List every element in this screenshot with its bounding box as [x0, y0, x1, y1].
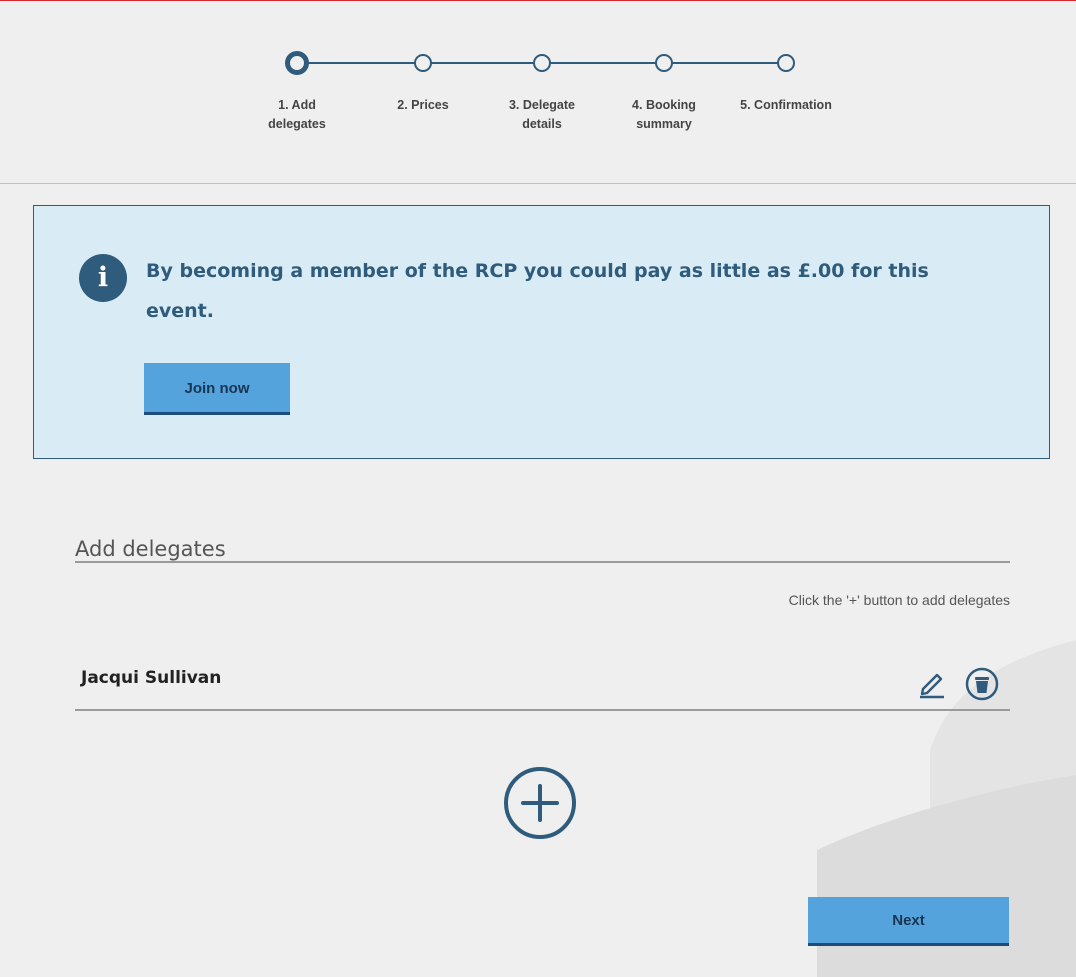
step-3-label: 3. Delegate details — [508, 98, 575, 131]
plus-circle-icon[interactable] — [503, 766, 577, 840]
step-1-label: 1. Add delegates — [268, 98, 326, 131]
pencil-icon[interactable] — [918, 667, 946, 699]
info-icon: i — [79, 254, 127, 302]
step-2-label: 2. Prices — [397, 98, 449, 112]
add-delegates-hint: Click the '+' button to add delegates — [788, 592, 1010, 608]
section-divider — [75, 561, 1010, 563]
membership-message: By becoming a member of the RCP you coul… — [146, 260, 929, 322]
join-now-button[interactable]: Join now — [144, 363, 290, 415]
step-5-circle[interactable] — [777, 54, 795, 72]
trash-icon[interactable] — [965, 667, 999, 701]
step-2-circle[interactable] — [414, 54, 432, 72]
booking-stepper: 1. Add delegates 2. Prices 3. Delegate det… — [0, 0, 1076, 184]
header-divider — [0, 183, 1076, 184]
membership-info-panel: i By becoming a member of the RCP you co… — [33, 205, 1050, 459]
add-delegates-heading: Add delegates — [75, 537, 226, 562]
step-3-circle[interactable] — [533, 54, 551, 72]
step-1-circle[interactable] — [285, 51, 309, 75]
step-4-label: 4. Booking summary — [632, 98, 696, 131]
step-4-circle[interactable] — [655, 54, 673, 72]
step-5-label: 5. Confirmation — [740, 98, 832, 112]
delegate-row: Jacqui Sullivan — [75, 655, 1010, 711]
next-button[interactable]: Next — [808, 897, 1009, 946]
delegate-name: Jacqui Sullivan — [81, 668, 222, 688]
delegate-divider — [75, 709, 1010, 711]
